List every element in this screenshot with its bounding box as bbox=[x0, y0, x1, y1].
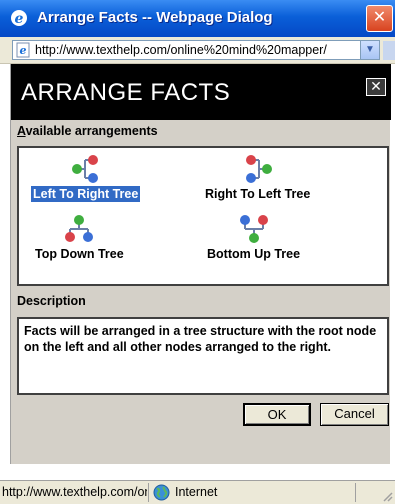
status-divider bbox=[355, 483, 356, 502]
description-text: Facts will be arranged in a tree structu… bbox=[17, 317, 389, 395]
bottom-up-tree-icon bbox=[239, 215, 268, 243]
address-scroll bbox=[383, 41, 395, 60]
arrangements-list: Left To Right Tree Right To Left Tree To… bbox=[17, 146, 389, 286]
top-down-tree-icon bbox=[65, 215, 94, 242]
status-divider bbox=[148, 483, 149, 502]
cancel-button[interactable]: Cancel bbox=[320, 403, 389, 426]
dialog-title: ARRANGE FACTS bbox=[21, 79, 231, 106]
arrangement-right-to-left[interactable]: Right To Left Tree bbox=[203, 154, 312, 202]
status-bar: http://www.texthelp.com/online%20mind%20… bbox=[0, 480, 395, 504]
accelerator-letter: A bbox=[17, 124, 26, 138]
globe-icon bbox=[153, 484, 170, 501]
arrangement-top-down[interactable]: Top Down Tree bbox=[33, 214, 126, 262]
left-to-right-tree-icon bbox=[71, 155, 98, 183]
page-icon: e bbox=[16, 42, 30, 58]
resize-grip-icon[interactable] bbox=[381, 490, 393, 502]
ok-button[interactable]: OK bbox=[243, 403, 311, 426]
arrange-facts-dialog: ARRANGE FACTS ✕ Available arrangements L… bbox=[10, 64, 391, 464]
arrangement-label: Right To Left Tree bbox=[205, 187, 311, 201]
address-url: http://www.texthelp.com/online%20mind%20… bbox=[35, 43, 327, 57]
ie-icon: e bbox=[11, 10, 27, 27]
dialog-header: ARRANGE FACTS ✕ bbox=[11, 64, 391, 120]
arrangement-bottom-up[interactable]: Bottom Up Tree bbox=[205, 214, 302, 262]
status-url: http://www.texthelp.com/online%20mind%20… bbox=[2, 485, 147, 499]
svg-text:e: e bbox=[15, 11, 24, 27]
dialog-close-button[interactable]: ✕ bbox=[366, 78, 386, 96]
arrangement-label: Top Down Tree bbox=[35, 247, 124, 261]
available-arrangements-label: Available arrangements bbox=[17, 124, 158, 138]
window-close-button[interactable]: ✕ bbox=[366, 5, 393, 32]
right-to-left-tree-icon bbox=[245, 155, 272, 183]
arrangement-label: Bottom Up Tree bbox=[207, 247, 301, 261]
address-bar: e http://www.texthelp.com/online%20mind%… bbox=[0, 37, 395, 64]
chevron-down-icon[interactable]: ▼ bbox=[360, 41, 379, 59]
description-label: Description bbox=[17, 294, 86, 308]
available-arrangements-text: vailable arrangements bbox=[25, 124, 158, 138]
window-titlebar: e Arrange Facts -- Webpage Dialog ✕ bbox=[0, 0, 395, 37]
arrangement-left-to-right[interactable]: Left To Right Tree bbox=[31, 154, 141, 202]
svg-text:e: e bbox=[20, 44, 27, 57]
address-field[interactable]: e http://www.texthelp.com/online%20mind%… bbox=[12, 40, 380, 60]
arrangement-label: Left To Right Tree bbox=[31, 186, 141, 202]
window-title: Arrange Facts -- Webpage Dialog bbox=[37, 9, 273, 26]
zone-label: Internet bbox=[175, 485, 218, 499]
